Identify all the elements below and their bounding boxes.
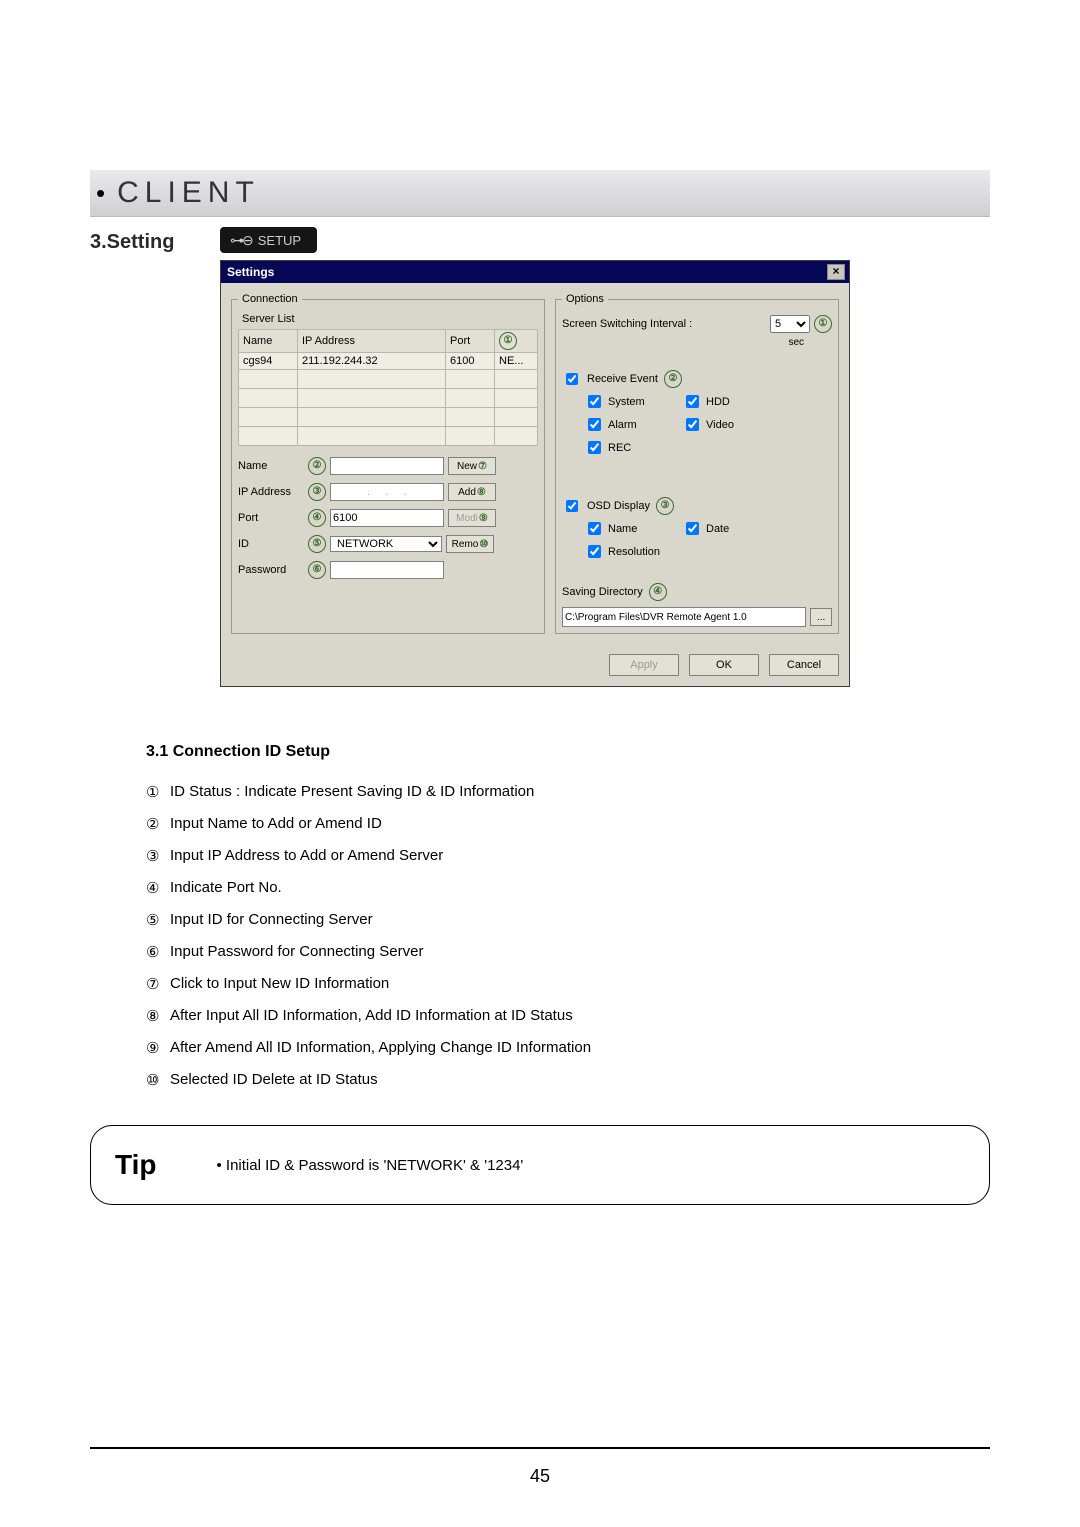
dialog-titlebar: Settings × [221,261,849,283]
badge-3: ③ [308,483,326,501]
screen-switch-unit: sec [562,337,832,348]
new-button[interactable]: New⑦ [448,457,496,475]
tip-box: Tip • Initial ID & Password is 'NETWORK'… [90,1125,990,1205]
chk-hdd[interactable]: HDD [682,392,762,411]
badge-4: ④ [308,509,326,527]
server-list-table[interactable]: Name IP Address Port ① cgs94 211.192.244… [238,329,538,446]
page-number: 45 [0,1466,1080,1487]
server-list-label: Server List [242,313,538,325]
setting-label: 3.Setting [90,227,220,254]
list-item: ②Input Name to Add or Amend ID [146,815,990,833]
id-label: ID [238,538,304,550]
badge-o1: ① [814,315,832,333]
chk-osd-name[interactable]: Name [584,519,664,538]
name-label: Name [238,460,304,472]
password-label: Password [238,564,304,576]
chk-system[interactable]: System [584,392,664,411]
chk-video[interactable]: Video [682,415,762,434]
list-item: ⑤Input ID for Connecting Server [146,911,990,929]
cell-net: NE... [495,353,538,370]
chk-alarm[interactable]: Alarm [584,415,664,434]
section-header: • CLIENT [90,170,990,217]
osd-checkbox[interactable] [566,500,578,512]
list-item: ①ID Status : Indicate Present Saving ID … [146,783,990,801]
modify-button[interactable]: Modi⑨ [448,509,496,527]
settings-dialog: Settings × Connection Server List Name I… [220,260,850,687]
instructions-title: 3.1 Connection ID Setup [146,743,990,761]
add-button[interactable]: Add⑧ [448,483,496,501]
list-item: ④Indicate Port No. [146,879,990,897]
chk-osd-date[interactable]: Date [682,519,762,538]
list-item: ⑩Selected ID Delete at ID Status [146,1071,990,1089]
cancel-button[interactable]: Cancel [769,654,839,676]
col-net: ① [495,330,538,353]
badge-1-table: ① [499,332,517,350]
col-ip: IP Address [298,330,446,353]
col-name: Name [239,330,298,353]
screen-switch-label: Screen Switching Interval : [562,318,692,330]
badge-6: ⑥ [308,561,326,579]
chk-rec[interactable]: REC [584,438,664,457]
chk-osd-res[interactable]: Resolution [584,542,664,561]
list-item: ⑥Input Password for Connecting Server [146,943,990,961]
connection-legend: Connection [238,293,302,305]
table-row [239,427,538,446]
ip-input[interactable] [330,483,444,501]
section-bullet: • [90,180,117,206]
badge-o4: ④ [649,583,667,601]
section-title: CLIENT [117,176,260,210]
remove-button[interactable]: Remo⑩ [446,535,494,553]
list-item: ⑦Click to Input New ID Information [146,975,990,993]
badge-o2: ② [664,370,682,388]
screen-switch-select[interactable]: 5 [770,315,810,333]
cell-port: 6100 [446,353,495,370]
list-item: ⑨After Amend All ID Information, Applyin… [146,1039,990,1057]
saving-dir-label: Saving Directory [562,586,643,598]
badge-5: ⑤ [308,535,326,553]
ok-button[interactable]: OK [689,654,759,676]
connection-group: Connection Server List Name IP Address P… [231,293,545,634]
apply-button[interactable]: Apply [609,654,679,676]
setup-icon: ⊶⊖ [230,232,252,249]
setup-text: SETUP [258,233,301,248]
table-row[interactable]: cgs94 211.192.244.32 6100 NE... [239,353,538,370]
badge-o3: ③ [656,497,674,515]
table-row [239,370,538,389]
browse-button[interactable]: ... [810,608,832,626]
table-row [239,389,538,408]
tip-body: • Initial ID & Password is 'NETWORK' & '… [216,1157,523,1174]
id-select[interactable]: NETWORK [330,536,442,552]
osd-label: OSD Display [587,500,650,512]
options-legend: Options [562,293,608,305]
instructions-list: ①ID Status : Indicate Present Saving ID … [146,783,990,1089]
close-icon[interactable]: × [827,264,845,280]
cell-ip: 211.192.244.32 [298,353,446,370]
table-header-row: Name IP Address Port ① [239,330,538,353]
cell-name: cgs94 [239,353,298,370]
password-input[interactable] [330,561,444,579]
badge-2: ② [308,457,326,475]
tip-header: Tip [115,1149,156,1181]
page-rule [90,1447,990,1449]
port-label: Port [238,512,304,524]
list-item: ⑧After Input All ID Information, Add ID … [146,1007,990,1025]
table-row [239,408,538,427]
col-port: Port [446,330,495,353]
options-group: Options Screen Switching Interval : 5 ① … [555,293,839,634]
list-item: ③Input IP Address to Add or Amend Server [146,847,990,865]
dialog-title: Settings [227,265,274,279]
saving-dir-input[interactable] [562,607,806,627]
receive-event-checkbox[interactable] [566,373,578,385]
setup-badge: ⊶⊖ SETUP [220,227,317,253]
receive-event-label: Receive Event [587,373,658,385]
ip-label: IP Address [238,486,304,498]
port-input[interactable] [330,509,444,527]
name-input[interactable] [330,457,444,475]
